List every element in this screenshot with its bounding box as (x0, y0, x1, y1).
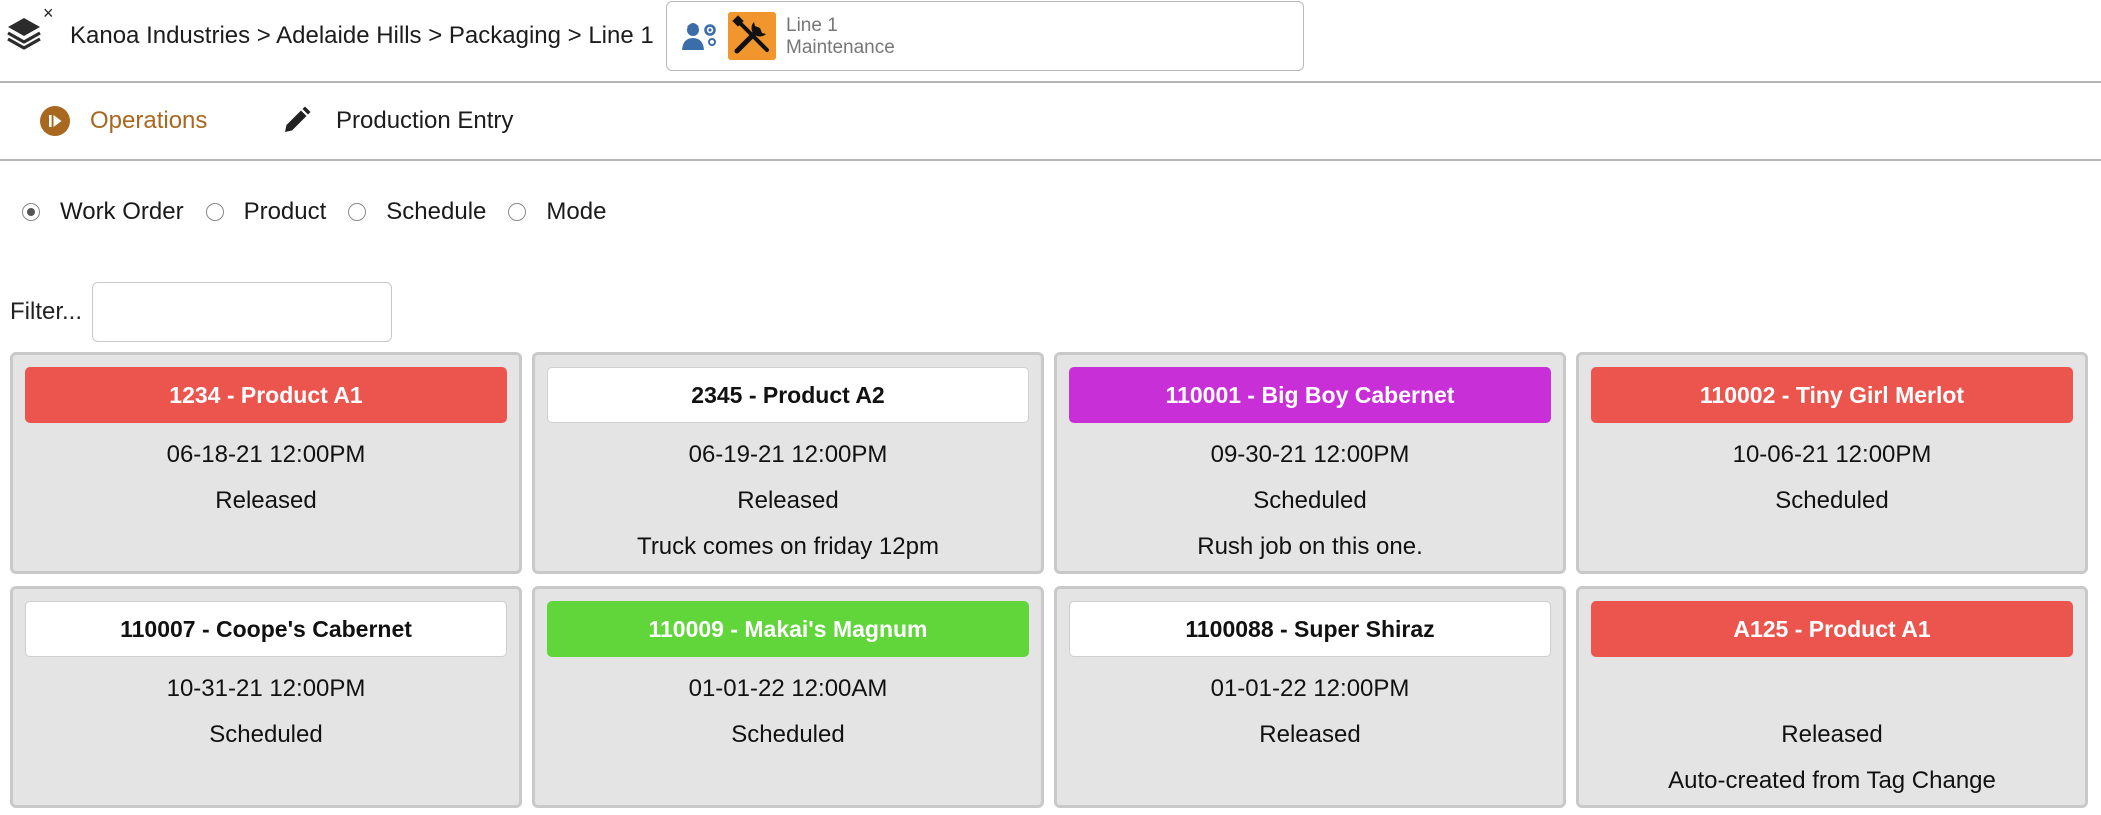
work-order-date: 10-31-21 12:00PM (166, 675, 366, 702)
tab-production-entry-label: Production Entry (336, 107, 514, 134)
header-bar: × Kanoa Industries > Adelaide Hills > Pa… (0, 0, 2101, 83)
work-order-card[interactable]: 110007 - Coope's Cabernet 10-31-21 12:00… (10, 586, 522, 808)
work-order-status: Scheduled (1775, 487, 1889, 514)
work-order-card[interactable]: 1234 - Product A1 06-18-21 12:00PM Relea… (10, 352, 522, 574)
tab-bar: Operations Production Entry (0, 83, 2101, 161)
work-order-card[interactable]: 1100088 - Super Shiraz 01-01-22 12:00PM … (1054, 586, 1566, 808)
work-order-title: 1234 - Product A1 (25, 367, 507, 423)
work-order-title: 110007 - Coope's Cabernet (25, 601, 507, 657)
context-selector[interactable]: Line 1 Maintenance (666, 1, 1304, 71)
tab-operations[interactable]: Operations (40, 83, 207, 159)
work-order-title: 110001 - Big Boy Cabernet (1069, 367, 1551, 423)
wrench-screwdriver-icon (732, 15, 769, 54)
work-order-status: Released (215, 487, 317, 514)
filter-label: Filter... (10, 298, 83, 325)
pencil-icon (285, 106, 311, 132)
work-order-date: 01-01-22 12:00PM (1210, 675, 1410, 702)
work-order-note: Truck comes on friday 12pm (637, 533, 939, 560)
radio-mode[interactable]: Mode (508, 198, 606, 226)
workers-gear-icon (682, 23, 716, 50)
work-order-card[interactable]: 110009 - Makai's Magnum 01-01-22 12:00AM… (532, 586, 1044, 808)
work-order-status: Scheduled (731, 721, 845, 748)
maintenance-tile (728, 12, 776, 60)
work-order-status: Scheduled (1253, 487, 1367, 514)
work-order-title: 2345 - Product A2 (547, 367, 1029, 423)
work-order-card[interactable]: 2345 - Product A2 06-19-21 12:00PM Relea… (532, 352, 1044, 574)
work-order-date: 06-18-21 12:00PM (166, 441, 366, 468)
work-order-card[interactable]: 110001 - Big Boy Cabernet 09-30-21 12:00… (1054, 352, 1566, 574)
radio-button[interactable] (508, 203, 527, 221)
work-order-date: 09-30-21 12:00PM (1210, 441, 1410, 468)
view-mode-radio-group: Work Order Product Schedule Mode (22, 196, 628, 228)
work-order-title: A125 - Product A1 (1591, 601, 2073, 657)
layers-icon[interactable] (4, 14, 44, 54)
radio-button[interactable] (348, 203, 367, 221)
tab-operations-label: Operations (90, 107, 208, 134)
context-mode-label: Maintenance (786, 37, 895, 58)
breadcrumb-text[interactable]: Kanoa Industries > Adelaide Hills > Pack… (70, 22, 654, 49)
work-order-card[interactable]: 110002 - Tiny Girl Merlot 10-06-21 12:00… (1576, 352, 2088, 574)
radio-schedule[interactable]: Schedule (348, 198, 486, 226)
radio-label: Work Order (60, 198, 184, 225)
radio-label: Product (243, 198, 327, 225)
work-order-title: 110002 - Tiny Girl Merlot (1591, 367, 2073, 423)
radio-button[interactable] (22, 203, 40, 221)
filter-input[interactable] (92, 282, 392, 342)
work-order-status: Scheduled (209, 721, 323, 748)
work-order-title: 1100088 - Super Shiraz (1069, 601, 1551, 657)
work-order-note: Auto-created from Tag Change (1668, 767, 1996, 794)
play-circle-icon (40, 106, 70, 136)
tab-production-entry[interactable]: Production Entry (280, 83, 513, 159)
radio-work-order[interactable]: Work Order (22, 198, 184, 226)
work-order-title: 110009 - Makai's Magnum (547, 601, 1029, 657)
work-order-date: 06-19-21 12:00PM (688, 441, 888, 468)
radio-button[interactable] (205, 203, 224, 221)
work-order-status: Released (737, 487, 839, 514)
radio-label: Schedule (386, 198, 487, 225)
work-order-status: Released (1781, 721, 1883, 748)
context-line-name: Line 1 (786, 15, 838, 36)
radio-product[interactable]: Product (205, 198, 327, 226)
radio-label: Mode (546, 198, 607, 225)
close-icon[interactable]: × (43, 4, 54, 22)
work-order-date: 01-01-22 12:00AM (688, 675, 888, 702)
work-order-date: 10-06-21 12:00PM (1732, 441, 1932, 468)
work-order-note: Rush job on this one. (1197, 533, 1423, 560)
work-order-status: Released (1259, 721, 1361, 748)
work-order-card[interactable]: A125 - Product A1 Released Auto-created … (1576, 586, 2088, 808)
breadcrumb[interactable]: Kanoa Industries > Adelaide Hills > Pack… (70, 22, 654, 50)
